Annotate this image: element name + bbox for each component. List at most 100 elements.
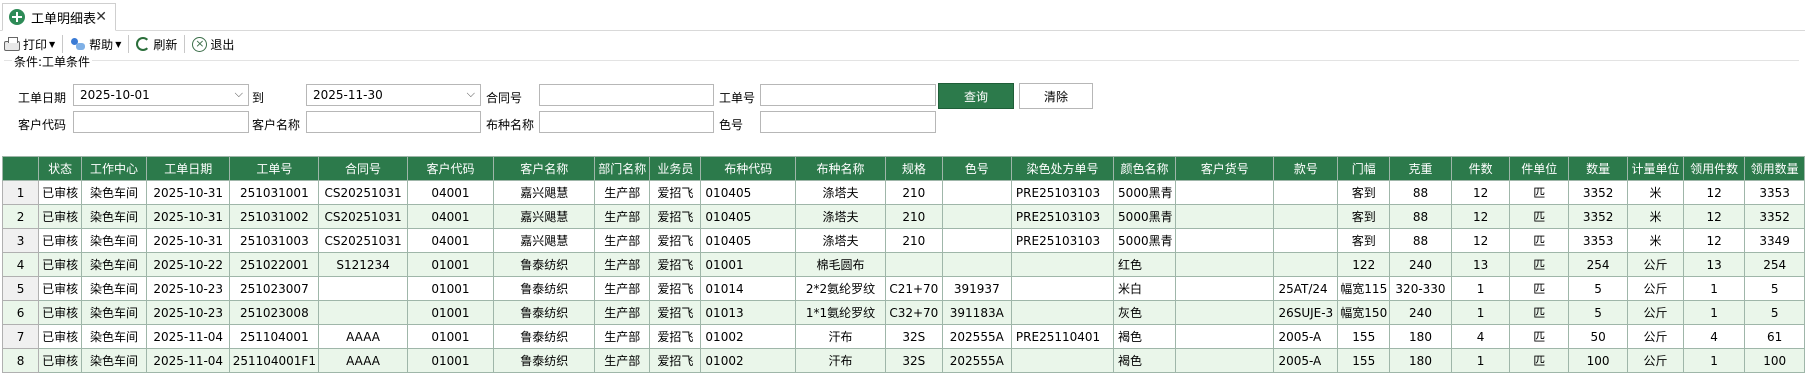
table-cell[interactable]: 2025-10-23 — [146, 300, 231, 325]
table-cell[interactable]: 180 — [1389, 324, 1452, 349]
table-cell[interactable]: 鲁泰纺织 — [493, 300, 596, 325]
column-header[interactable]: 件数 — [1450, 156, 1511, 181]
column-header[interactable]: 业务员 — [649, 156, 702, 181]
table-cell[interactable]: 爱招飞 — [649, 252, 702, 277]
table-cell[interactable]: 汗布 — [795, 324, 886, 349]
table-cell[interactable]: 染色车间 — [80, 324, 148, 349]
table-cell[interactable]: 01001 — [406, 348, 495, 373]
column-header[interactable]: 工作中心 — [80, 156, 148, 181]
clear-button[interactable]: 清除 — [1019, 83, 1093, 109]
chevron-down-icon[interactable]: ▼ — [49, 40, 55, 49]
table-cell[interactable]: 5 — [1744, 276, 1805, 301]
table-cell[interactable]: 25AT/24 — [1273, 276, 1339, 301]
table-cell[interactable]: 鲁泰纺织 — [493, 252, 596, 277]
table-cell[interactable]: 客到 — [1337, 204, 1391, 229]
table-cell[interactable]: PRE25103103 — [1010, 228, 1115, 253]
table-cell[interactable]: 12 — [1450, 228, 1511, 253]
table-cell[interactable]: 已审核 — [38, 228, 82, 253]
table-cell[interactable] — [1273, 180, 1339, 205]
table-cell[interactable]: 涤塔夫 — [795, 180, 886, 205]
table-cell[interactable]: 幅宽150 — [1337, 300, 1391, 325]
row-number-cell[interactable]: 8 — [1, 348, 40, 373]
row-number-cell[interactable]: 5 — [1, 276, 40, 301]
date-from-select[interactable]: 2025-10-01 ⌵ — [73, 84, 249, 106]
table-cell[interactable]: 爱招飞 — [649, 348, 702, 373]
table-cell[interactable]: 已审核 — [38, 276, 82, 301]
table-cell[interactable]: AAAA — [318, 348, 408, 373]
table-cell[interactable]: 嘉兴飓慧 — [493, 228, 596, 253]
table-cell[interactable]: 染色车间 — [80, 276, 148, 301]
table-cell[interactable]: 已审核 — [38, 180, 82, 205]
table-cell[interactable]: 100 — [1568, 348, 1629, 373]
chevron-down-icon[interactable]: ▼ — [115, 40, 121, 49]
table-cell[interactable]: 04001 — [406, 228, 495, 253]
table-row[interactable]: 5 已审核 染色车间 2025-10-23 251023007 01001 鲁泰纺织 生产部爱… — [1, 276, 1805, 301]
chevron-down-icon[interactable]: ⌵ — [467, 87, 475, 101]
table-cell[interactable]: 251031002 — [229, 204, 320, 229]
table-cell[interactable]: 50 — [1568, 324, 1629, 349]
table-cell[interactable]: 染色车间 — [80, 348, 148, 373]
table-cell[interactable] — [1174, 204, 1275, 229]
table-cell[interactable]: 客到 — [1337, 180, 1391, 205]
table-cell[interactable]: 鲁泰纺织 — [493, 324, 596, 349]
column-header[interactable]: 领用件数 — [1682, 156, 1746, 181]
table-cell[interactable] — [1174, 276, 1275, 301]
table-cell[interactable]: 3353 — [1744, 180, 1805, 205]
column-header[interactable]: 布种名称 — [795, 156, 886, 181]
table-cell[interactable]: 爱招飞 — [649, 204, 702, 229]
table-cell[interactable]: 01013 — [700, 300, 797, 325]
fabric-name-input[interactable] — [539, 111, 714, 133]
table-cell[interactable]: 1 — [1682, 300, 1746, 325]
table-cell[interactable]: 已审核 — [38, 204, 82, 229]
table-cell[interactable]: PRE25110401 — [1010, 324, 1115, 349]
table-cell[interactable]: 88 — [1389, 228, 1452, 253]
column-header[interactable]: 工单号 — [229, 156, 320, 181]
table-cell[interactable]: 已审核 — [38, 324, 82, 349]
row-number-cell[interactable]: 1 — [1, 180, 40, 205]
table-cell[interactable]: CS20251031 — [318, 180, 408, 205]
table-cell[interactable] — [884, 252, 943, 277]
table-cell[interactable]: 180 — [1389, 348, 1452, 373]
table-cell[interactable] — [318, 300, 408, 325]
table-cell[interactable]: 公斤 — [1627, 300, 1684, 325]
row-number-cell[interactable]: 2 — [1, 204, 40, 229]
table-cell[interactable]: 210 — [884, 204, 943, 229]
table-cell[interactable]: 5 — [1568, 276, 1629, 301]
table-row[interactable]: 4 已审核 染色车间 2025-10-22 251022001 S121234 01001 鲁… — [1, 252, 1805, 277]
table-cell[interactable]: 13 — [1682, 252, 1746, 277]
table-cell[interactable]: 匹 — [1509, 300, 1570, 325]
table-cell[interactable]: CS20251031 — [318, 204, 408, 229]
table-cell[interactable]: 251023007 — [229, 276, 320, 301]
table-cell[interactable]: 嘉兴飓慧 — [493, 204, 596, 229]
table-cell[interactable]: 生产部 — [594, 300, 651, 325]
column-header[interactable]: 合同号 — [318, 156, 408, 181]
column-header[interactable]: 客户代码 — [406, 156, 495, 181]
table-cell[interactable]: 4 — [1682, 324, 1746, 349]
order-no-input[interactable] — [760, 84, 936, 106]
table-cell[interactable]: 嘉兴飓慧 — [493, 180, 596, 205]
table-cell[interactable]: 米 — [1627, 228, 1684, 253]
refresh-button[interactable]: 刷新 — [132, 33, 181, 55]
table-cell[interactable] — [941, 204, 1012, 229]
tab-work-order-detail[interactable]: 工单明细表 ✕ — [2, 3, 116, 31]
table-cell[interactable]: 2025-11-04 — [146, 348, 231, 373]
column-header[interactable]: 客户货号 — [1174, 156, 1275, 181]
table-cell[interactable]: 公斤 — [1627, 324, 1684, 349]
table-cell[interactable]: 202555A — [941, 324, 1012, 349]
column-header[interactable]: 颜色名称 — [1113, 156, 1176, 181]
table-cell[interactable]: 已审核 — [38, 300, 82, 325]
table-cell[interactable]: 2025-10-22 — [146, 252, 231, 277]
table-cell[interactable] — [941, 228, 1012, 253]
table-cell[interactable]: 爱招飞 — [649, 180, 702, 205]
table-cell[interactable]: 生产部 — [594, 228, 651, 253]
table-cell[interactable]: 匹 — [1509, 180, 1570, 205]
table-cell[interactable]: 爱招飞 — [649, 228, 702, 253]
table-cell[interactable]: 3352 — [1568, 204, 1629, 229]
table-cell[interactable]: 13 — [1450, 252, 1511, 277]
table-cell[interactable]: 155 — [1337, 348, 1391, 373]
table-cell[interactable]: 251022001 — [229, 252, 320, 277]
table-cell[interactable]: 生产部 — [594, 180, 651, 205]
row-number-cell[interactable]: 6 — [1, 300, 40, 325]
table-cell[interactable]: 褐色 — [1113, 348, 1176, 373]
table-cell[interactable]: 爱招飞 — [649, 300, 702, 325]
